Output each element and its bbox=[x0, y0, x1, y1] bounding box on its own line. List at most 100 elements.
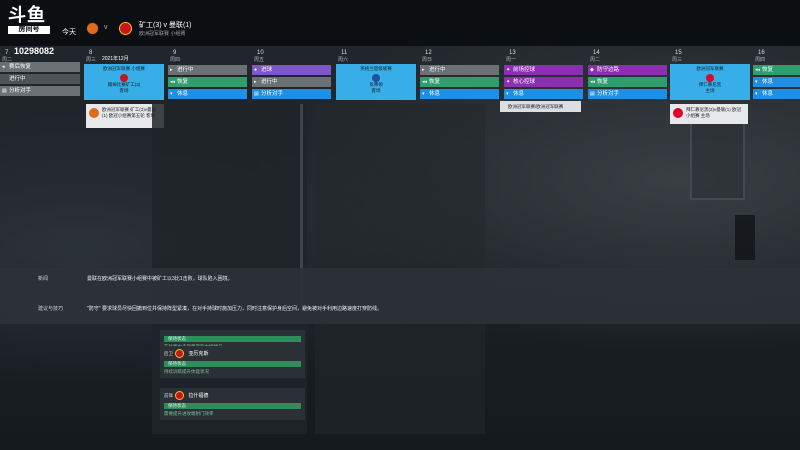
session-item[interactable]: ◂ 赛后恢复 bbox=[0, 62, 80, 72]
recovery-icon: ◂◂ bbox=[590, 79, 596, 85]
day-column: 16 周四 ◂◂ 恢复 ▾ 休息 ▾ 休息 bbox=[753, 50, 800, 102]
day-name: 周五 bbox=[254, 57, 265, 63]
match-title[interactable]: 矿工(3) v 曼联(1) bbox=[139, 20, 192, 30]
player-card[interactable]: 前锋 拉什福德 保持状态 需要提升进攻端射门效率 bbox=[160, 388, 305, 420]
logo-glyph: 斗鱼 bbox=[8, 5, 46, 25]
day-column: 14 周二 ◆ 防守边路 ◂◂ 恢复 ▤ 分析对手 bbox=[588, 50, 670, 102]
manutd-crest-icon bbox=[119, 22, 132, 35]
day-name: 周六 bbox=[338, 57, 349, 63]
tips-label: 建议与技巧 bbox=[38, 306, 64, 312]
top-bar: 斗鱼 房间号 今天 v 矿工(3) v 曼联(1) 欧洲冠军联赛 小组赛 bbox=[0, 0, 800, 46]
analysis-icon: ▤ bbox=[254, 91, 259, 97]
play-icon: ▸ bbox=[422, 67, 425, 73]
session-item[interactable]: ▾ 休息 bbox=[753, 89, 800, 99]
session-item[interactable]: ◂◂ 恢复 bbox=[168, 77, 247, 87]
match-competition: 欧洲冠军联赛 小组赛 bbox=[139, 31, 186, 37]
attack-icon: ✦ bbox=[506, 67, 511, 73]
recovery-icon: ◂◂ bbox=[755, 67, 761, 73]
ball-icon: ● bbox=[254, 67, 258, 73]
match-card-title: 欧洲冠军联赛 小组赛 bbox=[103, 66, 145, 71]
session-item[interactable]: ▤ 分析对手 bbox=[588, 89, 667, 99]
session-item[interactable]: ▸ 进行中 bbox=[168, 65, 247, 75]
session-item[interactable]: ▾ 休息 bbox=[753, 77, 800, 87]
attack-icon: ✦ bbox=[506, 79, 511, 85]
day-number: 7 bbox=[5, 50, 9, 56]
day-column: 9 周四 ▸ 进行中 ◂◂ 恢复 ▾ 休息 bbox=[168, 50, 250, 102]
day-column: 8 周三 2021年12月 欧洲冠军联赛 小组赛 输掉比赛矿工(3) 客场 bbox=[84, 50, 166, 102]
session-item[interactable]: ▾ 休息 bbox=[504, 89, 583, 99]
session-item[interactable]: ▸ 进行中 bbox=[420, 65, 499, 75]
stream-logo: 斗鱼 房间号 bbox=[8, 6, 54, 44]
session-item[interactable]: ▤ 分析对手 bbox=[0, 86, 80, 96]
day-name: 周一 bbox=[506, 57, 517, 63]
match-card[interactable]: 欧洲冠军联赛 小组赛 输掉比赛矿工(3) 客场 bbox=[84, 64, 164, 100]
manutd-crest-icon bbox=[120, 74, 128, 82]
match-tooltip: 拜仁慕尼黑(3)v曼联(1) 欧冠小组赛 主场 bbox=[670, 104, 748, 124]
player-card[interactable]: 后卫 亚历克斯 保持状态 持续训练提升体能状况 bbox=[160, 346, 305, 378]
day-number: 9 bbox=[173, 50, 177, 56]
shakhtar-crest-icon bbox=[89, 108, 99, 118]
session-item[interactable]: ▤ 分析对手 bbox=[252, 89, 331, 99]
day-number: 13 bbox=[509, 50, 516, 56]
match-card[interactable]: 英格兰超级联赛 埃弗顿 客场 bbox=[336, 64, 416, 100]
defense-icon: ◆ bbox=[590, 67, 594, 73]
day-number: 11 bbox=[341, 50, 348, 56]
day7-sessions: ◂ 赛后恢复 进行中 ▤ 分析对手 bbox=[0, 62, 80, 98]
day-column: 11 周六 英格兰超级联赛 埃弗顿 客场 bbox=[336, 50, 418, 102]
schedule-calendar: 7 周二 8 周三 2021年12月 欧洲冠军联赛 小组赛 输掉比赛矿工(3) … bbox=[0, 50, 800, 102]
session-item[interactable]: ◂◂ 恢复 bbox=[420, 77, 499, 87]
rest-icon: ▾ bbox=[755, 79, 758, 85]
session-item-active[interactable]: 进行中 bbox=[0, 74, 80, 84]
session-item[interactable]: ✦ 核心控球 bbox=[504, 77, 583, 87]
session-item[interactable]: ▸ 进行中 bbox=[252, 77, 331, 87]
rest-icon: ▾ bbox=[422, 91, 425, 97]
day-number: 12 bbox=[425, 50, 432, 56]
recovery-icon: ◂◂ bbox=[422, 79, 428, 85]
session-item[interactable]: ◂◂ 恢复 bbox=[753, 65, 800, 75]
player-role: 后卫 bbox=[164, 351, 173, 357]
match-card-venue: 主场 bbox=[705, 88, 715, 93]
everton-crest-icon bbox=[372, 74, 380, 82]
analysis-icon: ▤ bbox=[590, 91, 595, 97]
match-card[interactable]: 欧洲冠军联赛 拜仁慕尼黑 主场 bbox=[670, 64, 750, 100]
day-name: 周四 bbox=[170, 57, 181, 63]
manutd-crest-icon bbox=[174, 349, 184, 358]
manutd-crest-icon bbox=[174, 391, 184, 400]
today-button[interactable]: 今天 bbox=[62, 27, 76, 37]
player-note: 需要提升进攻端射门效率 bbox=[164, 411, 214, 416]
session-item[interactable]: ◆ 防守边路 bbox=[588, 65, 667, 75]
session-item[interactable]: ▾ 休息 bbox=[420, 89, 499, 99]
day-number: 10 bbox=[257, 50, 264, 56]
rest-icon: ▾ bbox=[170, 91, 173, 97]
day-number: 8 bbox=[89, 50, 93, 56]
play-icon: ▸ bbox=[254, 79, 257, 85]
status-bar: 保持状态 bbox=[164, 361, 301, 367]
player-name: 亚历克斯 bbox=[188, 351, 209, 357]
day-column: 15 周三 欧洲冠军联赛 拜仁慕尼黑 主场 bbox=[670, 50, 752, 102]
player-role: 前锋 bbox=[164, 393, 173, 399]
status-bar: 保持状态 bbox=[164, 403, 301, 409]
versus-label: v bbox=[104, 24, 108, 31]
day-column: 13 周一 ✦ 前场控球 ✦ 核心控球 ▾ 休息 bbox=[504, 50, 586, 102]
background-chair bbox=[735, 215, 755, 260]
play-icon: ▸ bbox=[170, 67, 173, 73]
background-picture-frame bbox=[690, 120, 745, 200]
logo-sub: 房间号 bbox=[8, 26, 50, 34]
session-item[interactable]: ▾ 休息 bbox=[168, 89, 247, 99]
day-name: 周四 bbox=[755, 57, 766, 63]
rest-icon: ▾ bbox=[506, 91, 509, 97]
day-column: 12 周日 ▸ 进行中 ◂◂ 恢复 ▾ 休息 bbox=[420, 50, 502, 102]
bayern-crest-icon bbox=[706, 74, 714, 82]
session-item[interactable]: ✦ 前场控球 bbox=[504, 65, 583, 75]
analysis-icon: ▤ bbox=[2, 88, 7, 94]
shakhtar-crest-icon bbox=[86, 22, 99, 35]
rest-icon: ▾ bbox=[755, 91, 758, 97]
day-name: 周二 bbox=[590, 57, 601, 63]
session-item[interactable]: ● 进球 bbox=[252, 65, 331, 75]
session-item[interactable]: ◂◂ 恢复 bbox=[588, 77, 667, 87]
match-card-venue: 客场 bbox=[119, 88, 129, 93]
news-label: 新闻 bbox=[38, 276, 49, 282]
bayern-crest-icon bbox=[673, 108, 683, 118]
news-overlay: 新闻 曼联在欧洲冠军联赛小组赛中被矿工以3比1击败，球队陷入困境。 建议与技巧 … bbox=[0, 268, 800, 324]
month-label: 2021年12月 bbox=[102, 56, 129, 62]
